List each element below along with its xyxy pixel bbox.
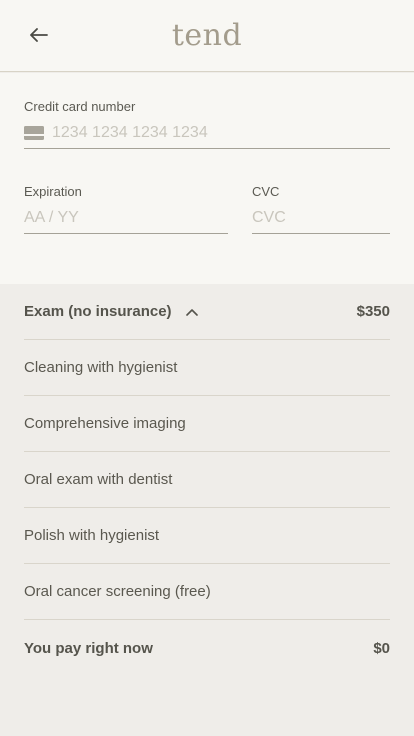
exam-toggle-row[interactable]: Exam (no insurance) $350 <box>24 284 390 340</box>
list-item-label: Polish with hygienist <box>24 527 160 544</box>
total-price: $0 <box>373 639 390 657</box>
expiration-label: Expiration <box>24 184 82 199</box>
expiration-placeholder: AA / YY <box>24 208 79 226</box>
cvc-placeholder: CVC <box>252 208 286 226</box>
card-number-placeholder: 1234 1234 1234 1234 <box>52 123 208 141</box>
exam-price: $350 <box>356 303 390 320</box>
credit-card-icon <box>24 125 44 140</box>
list-item: Cleaning with hygienist <box>24 340 390 396</box>
list-item-label: Oral exam with dentist <box>24 471 173 488</box>
payment-form: Credit card number 1234 1234 1234 1234 E… <box>0 73 414 284</box>
list-item-label: Cleaning with hygienist <box>24 359 178 376</box>
cvc-label: CVC <box>252 184 280 199</box>
list-item: Comprehensive imaging <box>24 396 390 452</box>
header: tend <box>0 0 414 72</box>
list-item-label: Oral cancer screening (free) <box>24 583 211 600</box>
list-item: Oral exam with dentist <box>24 452 390 508</box>
expiration-field[interactable]: AA / YY <box>24 202 228 234</box>
logo: tend <box>171 18 243 53</box>
card-number-field[interactable]: 1234 1234 1234 1234 <box>24 117 390 149</box>
card-number-label: Credit card number <box>24 99 136 114</box>
total-label: You pay right now <box>24 639 153 657</box>
price-summary: Exam (no insurance) $350 Cleaning with h… <box>0 284 414 736</box>
list-item: Oral cancer screening (free) <box>24 564 390 620</box>
total-row: You pay right now $0 <box>24 620 390 676</box>
exam-label: Exam (no insurance) <box>24 303 172 320</box>
cvc-field[interactable]: CVC <box>252 202 390 234</box>
list-item-label: Comprehensive imaging <box>24 415 186 432</box>
list-item: Polish with hygienist <box>24 508 390 564</box>
chevron-up-icon <box>185 309 198 316</box>
